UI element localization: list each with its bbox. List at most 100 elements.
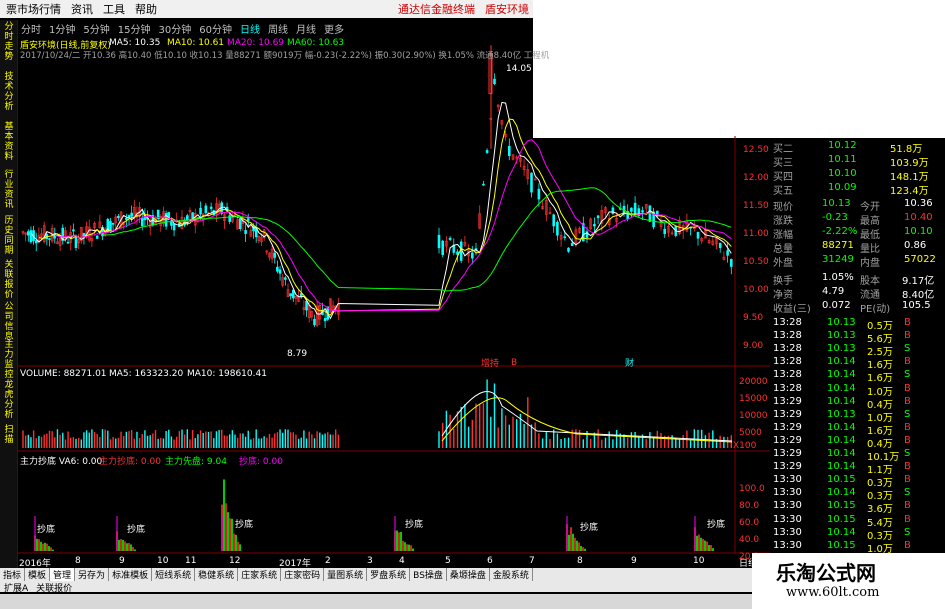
- candle-body: [27, 231, 30, 236]
- menu-market[interactable]: 票市场行情: [6, 1, 61, 17]
- candle-body: [305, 300, 308, 311]
- quote-cell: 10.10: [904, 226, 933, 237]
- event-finance[interactable]: 财: [625, 356, 634, 369]
- left-tab[interactable]: 扫描: [2, 425, 16, 445]
- period-30min[interactable]: 30分钟: [158, 21, 191, 36]
- formula-tab[interactable]: 桑塬操盘: [447, 568, 490, 581]
- left-tab[interactable]: 公司信息: [2, 302, 16, 342]
- quote-cell: 10.14: [827, 448, 856, 459]
- tab-related-quote[interactable]: 关联报价: [32, 581, 76, 594]
- quote-cell: 13:30: [773, 513, 802, 525]
- left-tab[interactable]: 主力监控: [2, 340, 16, 380]
- candle-body: [140, 218, 144, 227]
- formula-tab[interactable]: 罗盘系统: [367, 568, 411, 581]
- ma20-line: [54, 139, 732, 312]
- quote-cell: 13:28: [773, 382, 802, 394]
- candle-body: [246, 218, 250, 221]
- menu-tools[interactable]: 工具: [103, 1, 125, 17]
- stat-row: 涨跌 -0.23 最高 10.40: [772, 212, 944, 227]
- candle-body: [313, 318, 316, 326]
- quote-cell: 10.14: [827, 395, 856, 407]
- quote-cell: 13:29: [773, 461, 802, 473]
- period-intraday[interactable]: 分时: [21, 21, 41, 36]
- high-label: 14.05: [506, 64, 532, 74]
- stat-row: 净资 4.79 流通 8.40亿: [772, 286, 944, 301]
- quote-cell: 31249: [822, 254, 854, 265]
- candle-body: [130, 212, 133, 217]
- left-tabs: 分时走势技术分析基本资料行业资讯历史同期关联报价公司信息 主力监控 龙虎分析扫描: [0, 20, 18, 568]
- quote-cell: 外盘: [773, 258, 793, 269]
- formula-tab[interactable]: 庄家密码: [281, 568, 325, 581]
- candle-body: [556, 221, 559, 236]
- period-1min[interactable]: 1分钟: [49, 21, 75, 36]
- tick-row: 13:28 10.14 1.6万 B: [772, 356, 944, 371]
- left-tab[interactable]: 分时走势: [2, 22, 16, 62]
- period-monthly[interactable]: 月线: [296, 21, 316, 36]
- quote-cell: 股本: [860, 276, 880, 287]
- quote-panel: 买二 10.12 51.8万 买三 10.11 103.9万 买四 10.10 148.1万 买五…: [770, 138, 945, 583]
- formula-tab[interactable]: 另存为: [75, 568, 110, 581]
- quote-cell: 10.13: [822, 198, 851, 209]
- formula-tab[interactable]: 短线系统: [152, 568, 196, 581]
- quote-cell: 今开: [860, 202, 880, 213]
- left-tab[interactable]: 技术分析: [2, 72, 16, 112]
- formula-tab[interactable]: 稳健系统: [195, 568, 239, 581]
- quote-cell: 13:29: [773, 448, 802, 459]
- period-15min[interactable]: 15分钟: [118, 21, 151, 36]
- quote-cell: S: [904, 343, 911, 355]
- quote-cell: 10.14: [827, 434, 856, 446]
- volume-ma5-line: [441, 390, 733, 442]
- indicator-label: 主力先盘: 9.04: [165, 457, 227, 467]
- quote-cell: 10.10: [828, 168, 857, 179]
- period-5min[interactable]: 5分钟: [83, 21, 109, 36]
- left-tab[interactable]: 基本资料: [2, 122, 16, 162]
- event-label[interactable]: 增持: [481, 356, 499, 369]
- period-more[interactable]: 更多: [324, 21, 344, 36]
- menu-news[interactable]: 资讯: [71, 1, 93, 17]
- period-60min[interactable]: 60分钟: [199, 21, 232, 36]
- left-tab[interactable]: 历史同期: [2, 216, 16, 256]
- formula-tab[interactable]: 量图系统: [324, 568, 368, 581]
- quote-cell: 13:29: [773, 408, 802, 420]
- quote-cell: 105.5: [902, 300, 931, 311]
- link-terminal[interactable]: 通达信金融终端: [398, 1, 475, 17]
- left-tab[interactable]: 关联报价: [2, 260, 16, 300]
- tab-extend-a[interactable]: 扩展A: [0, 581, 32, 594]
- event-b[interactable]: B: [511, 358, 517, 368]
- quote-cell: S: [904, 526, 911, 538]
- formula-tab[interactable]: 标准模板: [109, 568, 153, 581]
- formula-tab[interactable]: 指标: [0, 568, 26, 581]
- formula-tab[interactable]: 管理: [50, 568, 76, 581]
- indicator-tick: 40.0: [739, 535, 760, 545]
- period-daily[interactable]: 日线: [240, 21, 260, 36]
- candle-body: [172, 223, 176, 231]
- quote-cell: B: [904, 395, 911, 407]
- menu-bar: 票市场行情 资讯 工具 帮助 通达信金融终端 盾安环境: [0, 0, 533, 18]
- formula-tab[interactable]: 金股系统: [490, 568, 533, 581]
- quote-cell: S: [904, 408, 911, 420]
- candle-body: [552, 214, 556, 227]
- candle-body: [593, 223, 596, 227]
- period-weekly[interactable]: 周线: [268, 21, 288, 36]
- x-axis-label: 2: [325, 556, 331, 566]
- tick-row: 13:29 10.14 1.6万 B: [772, 422, 944, 437]
- link-stock[interactable]: 盾安环境: [485, 1, 529, 17]
- formula-tab[interactable]: 庄家系统: [238, 568, 282, 581]
- formula-tab[interactable]: BS操盘: [410, 568, 447, 581]
- kline-chart[interactable]: 盾安环境(日线,前复权) MA5: 10.35 MA10: 10.61 MA20…: [17, 36, 770, 569]
- quote-cell: 13:30: [773, 500, 802, 512]
- quote-cell: 10.12: [828, 140, 857, 151]
- left-tab[interactable]: 龙虎分析: [2, 380, 16, 420]
- quote-cell: 买三: [773, 158, 793, 169]
- quote-cell: B: [904, 474, 911, 486]
- quote-cell: 10.14: [827, 526, 856, 538]
- x-axis-label: 10: [157, 556, 169, 566]
- price-tick: 11.00: [743, 229, 769, 239]
- quote-cell: 涨跌: [773, 216, 793, 227]
- stat-row: 总量 88271 量比 0.86: [772, 240, 944, 255]
- x-axis-label: 12: [229, 556, 241, 566]
- formula-tab[interactable]: 模板: [25, 568, 51, 581]
- menu-help[interactable]: 帮助: [135, 1, 157, 17]
- left-tab[interactable]: 行业资讯: [2, 170, 16, 210]
- ma20-label: MA20: 10.69: [227, 38, 285, 48]
